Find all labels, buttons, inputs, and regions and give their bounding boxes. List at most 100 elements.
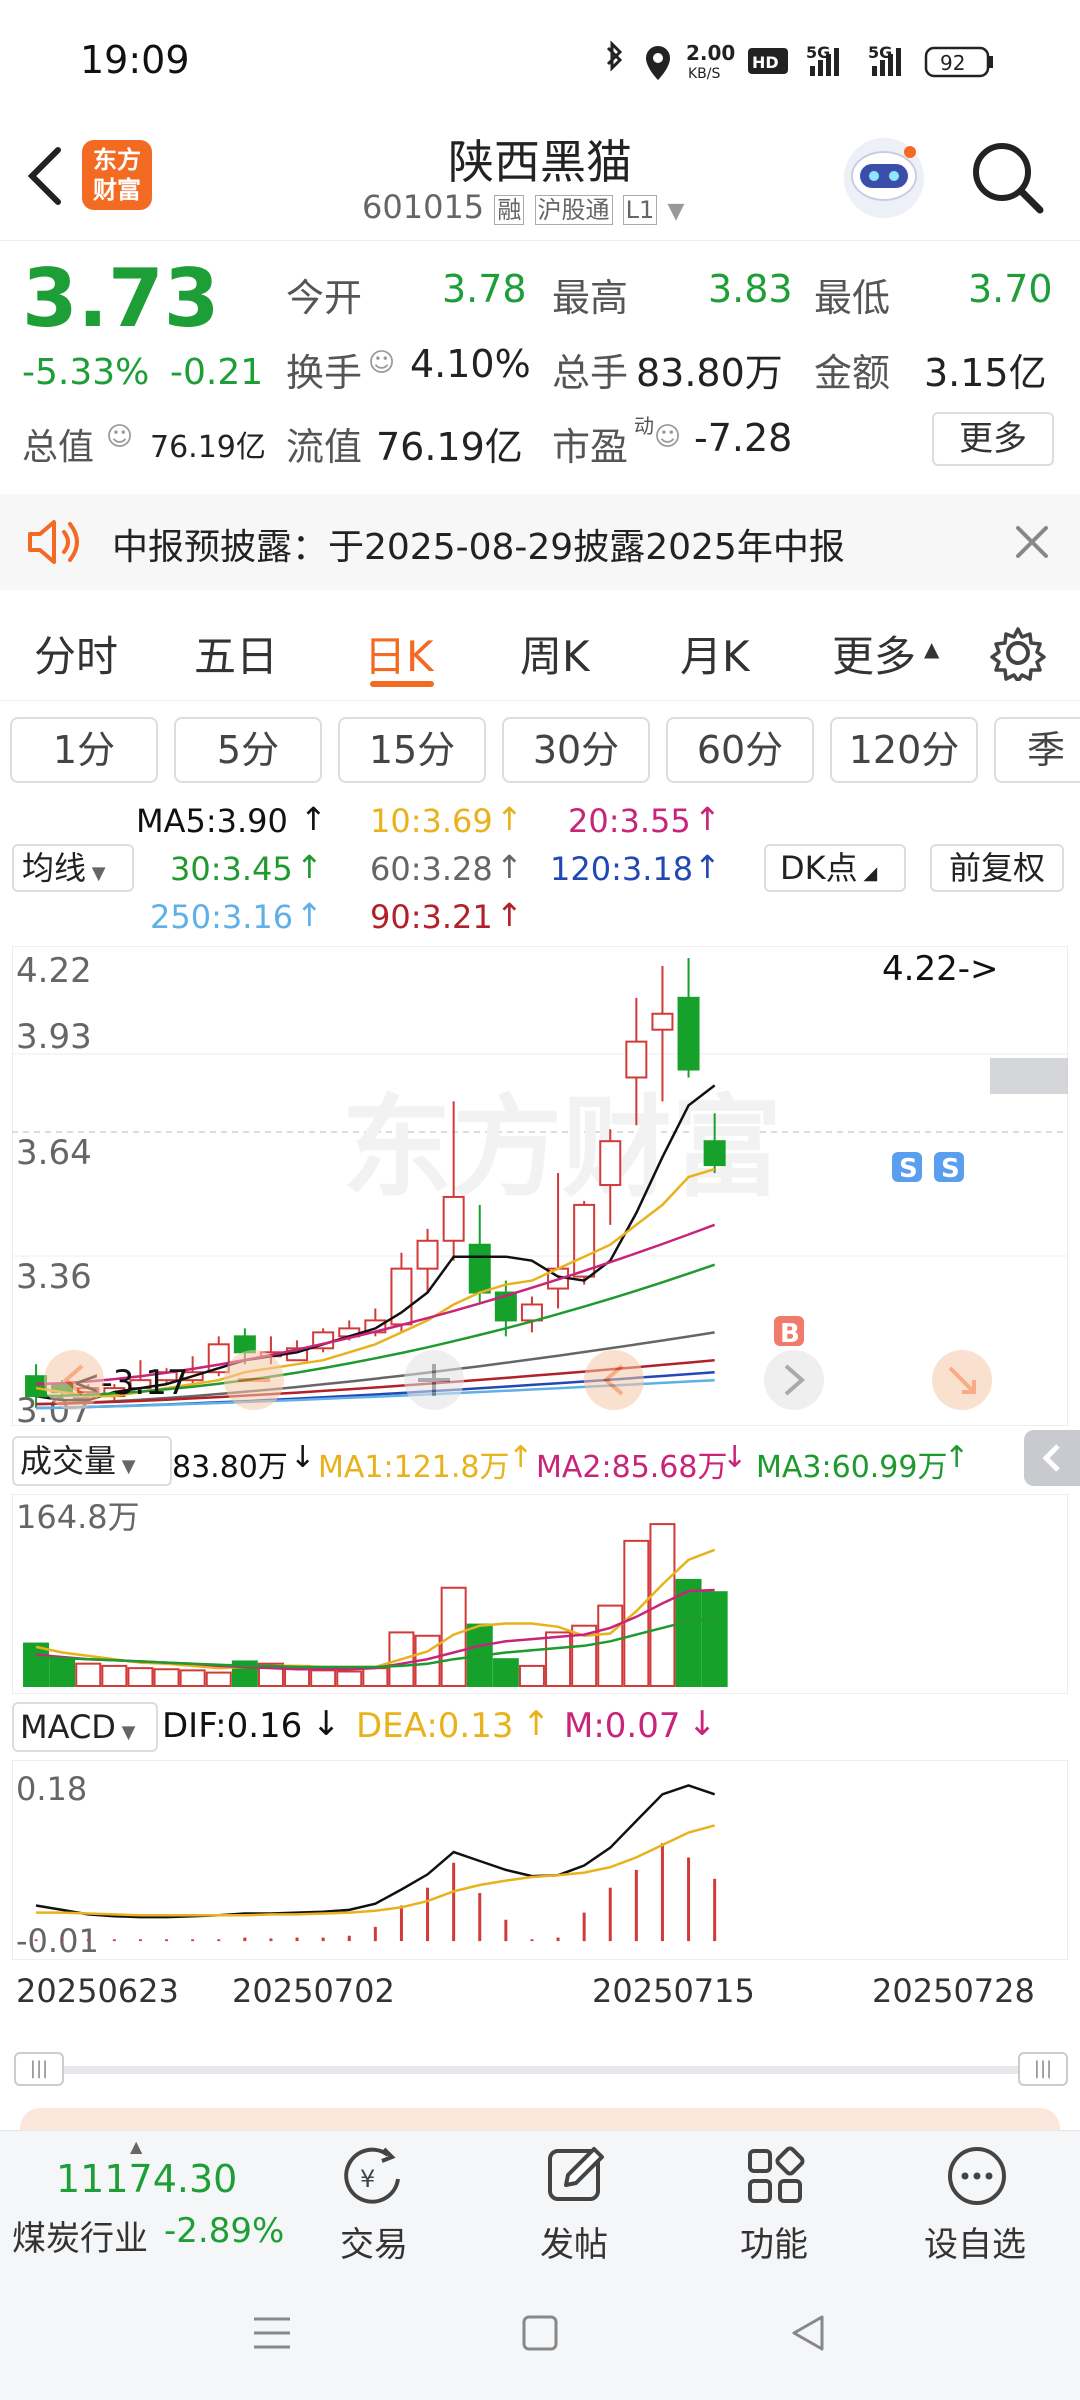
ma-selector[interactable]: 均线 ▼: [12, 844, 134, 892]
ma90-label: 90:3.21: [370, 898, 493, 936]
period-5min[interactable]: 5分: [174, 717, 322, 783]
arrow-up-icon: ↑: [944, 1440, 970, 1475]
tab-monthly-k[interactable]: 月K: [680, 623, 750, 684]
add-watchlist-icon[interactable]: [944, 2143, 1010, 2209]
chevron-left-icon: [1042, 1444, 1060, 1472]
badge-margin: 融: [494, 195, 525, 225]
search-icon[interactable]: [966, 136, 1048, 218]
trade-icon[interactable]: ¥: [338, 2145, 408, 2209]
last-price: 3.73: [22, 252, 220, 345]
tab-five-day[interactable]: 五日: [194, 623, 278, 684]
period-120min[interactable]: 120分: [830, 717, 978, 783]
date-label-4: 20250728: [872, 1972, 1035, 2010]
arrow-down-icon: ↓: [312, 1704, 341, 1744]
candle: [703, 1140, 726, 1167]
menu-icon[interactable]: [250, 2311, 294, 2355]
post-label[interactable]: 发帖: [540, 2217, 608, 2266]
date-axis: 20250623 20250702 20250715 20250728: [12, 1962, 1068, 2012]
stock-code-row: 601015 融 沪股通 L1 ▼: [362, 188, 684, 226]
volume-bar: [310, 1669, 337, 1687]
trade-label[interactable]: 交易: [340, 2217, 408, 2266]
y-label-2: 3.93: [16, 1017, 92, 1057]
period-15min[interactable]: 15分: [338, 717, 486, 783]
caret-up-icon[interactable]: ▲: [924, 637, 939, 661]
back-triangle-icon[interactable]: [786, 2311, 830, 2355]
macd-bottom-label: -0.01: [16, 1922, 99, 1960]
more-button[interactable]: 更多: [932, 412, 1054, 466]
volume-current: 83.80万: [172, 1450, 288, 1485]
post-icon[interactable]: [544, 2143, 610, 2209]
volume-bar: [597, 1604, 624, 1687]
candle: [651, 1012, 674, 1031]
badge-level: L1: [622, 195, 658, 225]
status-time: 19:09: [80, 38, 190, 82]
function-label[interactable]: 功能: [740, 2217, 808, 2266]
macd-selector[interactable]: MACD ▼: [12, 1702, 158, 1752]
candle: [520, 1303, 543, 1322]
tab-weekly-k[interactable]: 周K: [520, 623, 590, 684]
tab-daily-k[interactable]: 日K: [364, 623, 434, 684]
arrow-up-icon: ↑: [694, 800, 721, 838]
volume-bar: [179, 1669, 206, 1687]
arrow-up-icon: ↑: [496, 848, 523, 886]
volume-chart[interactable]: 164.8万: [12, 1494, 1068, 1694]
home-icon[interactable]: [518, 2311, 562, 2355]
info-icon[interactable]: ☺: [106, 422, 133, 452]
volume-ma3: MA3:60.99万: [756, 1450, 948, 1485]
macd-chart[interactable]: 0.18 -0.01: [12, 1760, 1068, 1960]
high-label: 最高: [552, 276, 629, 320]
notice-banner[interactable]: 中报预披露：于2025-08-29披露2025年中报: [0, 494, 1080, 590]
caret-down-icon[interactable]: ▼: [667, 199, 684, 224]
volume-max-label: 164.8万: [16, 1498, 140, 1536]
net-speed-top: 2.00: [686, 41, 735, 65]
tab-intraday[interactable]: 分时: [34, 623, 118, 684]
dk-point-button[interactable]: DK点 ◢: [764, 844, 906, 892]
ma30-label: 30:3.45: [170, 850, 293, 888]
volume-bar: [336, 1670, 363, 1688]
period-quarter[interactable]: 季: [994, 717, 1080, 783]
ma-legend: MA5:3.90 ↑ 10:3.69 ↑ 20:3.55 ↑ 均线 ▼ 30:3…: [0, 792, 1080, 942]
chart-scrollbar[interactable]: ||| |||: [14, 2052, 1068, 2086]
svg-text:S: S: [941, 1154, 960, 1184]
max-price-label: 4.22->: [882, 949, 998, 989]
date-label-3: 20250715: [592, 1972, 755, 2010]
function-grid-icon[interactable]: [744, 2145, 808, 2209]
change-percent: -5.33%: [22, 352, 150, 393]
candle: [416, 1239, 439, 1270]
open-label: 今开: [286, 276, 363, 320]
arrow-down-icon: ↓: [290, 1440, 316, 1475]
tab-more[interactable]: 更多: [832, 623, 916, 684]
info-icon[interactable]: ☺: [368, 348, 395, 378]
arrow-up-icon: ↑: [296, 896, 323, 934]
float-label: 流值: [286, 425, 363, 469]
volume-bar: [101, 1664, 128, 1687]
collapse-panel-button[interactable]: [1024, 1430, 1080, 1486]
sell-marker-2: S: [934, 1152, 964, 1184]
back-arrow-icon[interactable]: [22, 144, 66, 208]
system-nav-bar: [0, 2265, 1080, 2400]
volume-selector[interactable]: 成交量 ▼: [12, 1436, 172, 1486]
industry-name[interactable]: 煤炭行业: [12, 2211, 148, 2260]
mktcap-label: 总值: [22, 427, 95, 468]
industry-index[interactable]: 11174.30: [56, 2157, 237, 2201]
adjust-button[interactable]: 前复权: [930, 844, 1064, 892]
gear-icon[interactable]: [990, 625, 1046, 681]
stock-code: 601015: [362, 188, 485, 226]
low-label: 最低: [814, 276, 891, 320]
scroll-right-handle[interactable]: |||: [1018, 2052, 1068, 2086]
info-icon[interactable]: ☺: [654, 422, 681, 452]
robot-assistant-icon[interactable]: [838, 132, 930, 224]
turnover-value: 4.10%: [410, 342, 531, 386]
bluetooth-icon: [606, 40, 623, 72]
period-selector: 1分 5分 15分 30分 60分 120分 季: [0, 705, 1080, 791]
scroll-left-handle[interactable]: |||: [14, 2052, 64, 2086]
add-watchlist-label[interactable]: 设自选: [924, 2217, 1026, 2266]
macd-dif: DIF:0.16: [162, 1706, 303, 1746]
chart-tabs: 分时 五日 日K 周K 月K 更多 ▲: [0, 595, 1080, 701]
period-1min[interactable]: 1分: [10, 717, 158, 783]
period-60min[interactable]: 60分: [666, 717, 814, 783]
kline-chart[interactable]: 东方财富 4.22 3.93 3.64 3.36 3.07 4.22-> <-3…: [12, 946, 1068, 1426]
close-icon[interactable]: [1012, 522, 1052, 562]
period-30min[interactable]: 30分: [502, 717, 650, 783]
bottom-action-bar: ▲ 11174.30 煤炭行业 -2.89% ¥ 交易 发帖 功能 设自选: [0, 2130, 1080, 2266]
